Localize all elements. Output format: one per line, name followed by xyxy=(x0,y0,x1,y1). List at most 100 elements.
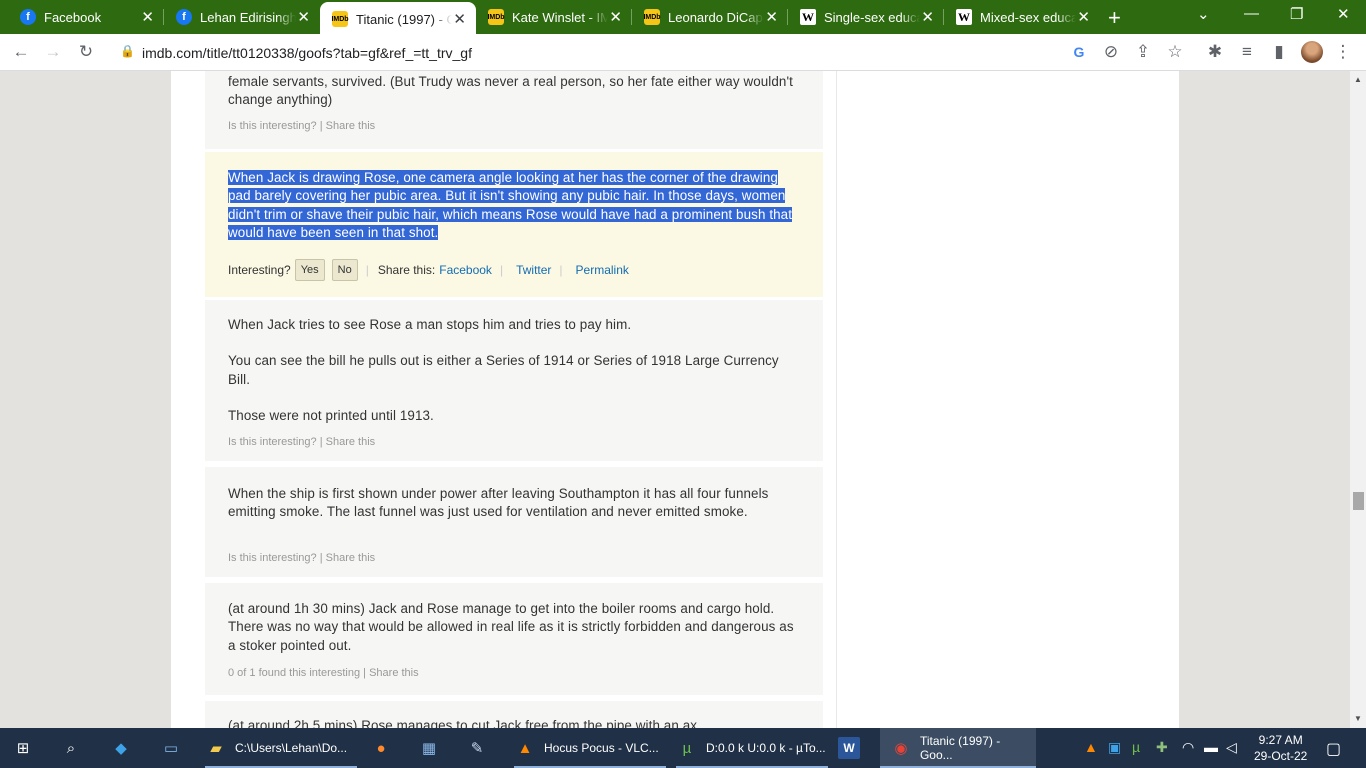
address-bar[interactable]: 🔒 imdb.com/title/tt0120338/goofs?tab=gf&… xyxy=(110,38,1200,67)
interesting-prompt[interactable]: 0 of 1 found this interesting xyxy=(228,667,360,679)
windows-taskbar: ⊞ ⌕ ◆ ▭ ▰ C:\Users\Lehan\Do... ● ▦ ✎ ▲ H… xyxy=(0,728,1366,768)
tab-titanic-goofs[interactable]: IMDb Titanic (1997) - Goofs ✕ xyxy=(320,2,476,36)
forward-icon[interactable]: → xyxy=(42,41,64,63)
share-link[interactable]: Share this xyxy=(326,552,376,564)
tab-title: Leonardo DiCaprio xyxy=(668,9,764,25)
scroll-down-icon[interactable]: ▼ xyxy=(1354,714,1362,723)
goof-text: Those were not printed until 1913. xyxy=(228,407,434,423)
scroll-up-icon[interactable]: ▲ xyxy=(1354,75,1362,84)
goof-meta: Is this interesting? | Share this xyxy=(228,436,376,448)
google-icon[interactable]: G xyxy=(1068,41,1090,63)
battery-icon[interactable]: ▬ xyxy=(1204,739,1218,755)
interesting-prompt[interactable]: Is this interesting? xyxy=(228,120,317,132)
taskbar-paint[interactable]: ✎ xyxy=(466,728,496,768)
goof-meta: 0 of 1 found this interesting | Share th… xyxy=(228,667,419,679)
taskbar-word[interactable]: W xyxy=(838,728,868,768)
close-icon[interactable]: ✕ xyxy=(453,10,466,28)
taskbar-firefox[interactable]: ● xyxy=(370,728,400,768)
taskbar-utorrent[interactable]: µ D:0.0 k U:0.0 k - µTo... xyxy=(676,728,828,768)
taskbar-vscode[interactable]: ◆ xyxy=(110,728,140,768)
close-icon[interactable]: ✕ xyxy=(609,8,622,26)
vlc-tray-icon[interactable]: ▲ xyxy=(1084,739,1098,755)
goof-text: You can see the bill he pulls out is eit… xyxy=(228,353,779,387)
paint-icon: ✎ xyxy=(470,740,484,757)
taskbar-monitor-app[interactable]: ▭ xyxy=(160,728,190,768)
goof-item-highlighted: When Jack is drawing Rose, one camera an… xyxy=(205,152,823,297)
facebook-icon: f xyxy=(20,9,36,25)
scrollbar-thumb[interactable] xyxy=(1353,492,1364,510)
goof-text: When Jack is drawing Rose, one camera an… xyxy=(228,152,800,242)
share-facebook-link[interactable]: Facebook xyxy=(439,263,492,277)
share-icon[interactable]: ⇪ xyxy=(1132,41,1154,63)
tab-lehan-edirisinghe[interactable]: f Lehan Edirisinghe ✕ xyxy=(164,0,320,34)
word-icon: W xyxy=(838,737,860,759)
share-link[interactable]: Share this xyxy=(326,120,376,132)
share-twitter-link[interactable]: Twitter xyxy=(516,263,551,277)
new-tab-icon[interactable]: + xyxy=(1108,5,1121,31)
reload-icon[interactable]: ↻ xyxy=(75,41,97,63)
vote-yes-button[interactable]: Yes xyxy=(294,259,325,281)
profile-avatar[interactable] xyxy=(1301,41,1323,63)
bookmark-star-icon[interactable]: ☆ xyxy=(1164,41,1186,63)
reading-list-icon[interactable]: ≡ xyxy=(1236,41,1258,63)
taskbar-calculator[interactable]: ▦ xyxy=(418,728,448,768)
wikipedia-icon: W xyxy=(956,9,972,25)
taskbar-file-explorer[interactable]: ▰ C:\Users\Lehan\Do... xyxy=(205,728,357,768)
tray-app-icon[interactable]: ▣ xyxy=(1108,739,1121,756)
tracking-protection-icon[interactable]: ⊘ xyxy=(1100,41,1122,63)
close-icon[interactable]: ✕ xyxy=(765,8,778,26)
system-clock[interactable]: 9:27 AM 29-Oct-22 xyxy=(1254,732,1307,764)
interesting-prompt[interactable]: Is this interesting? xyxy=(228,552,317,564)
tab-mixed-sex-education[interactable]: W Mixed-sex education ✕ xyxy=(944,0,1100,34)
menu-icon[interactable]: ⋮ xyxy=(1332,41,1354,63)
close-icon[interactable]: ✕ xyxy=(1077,8,1090,26)
goof-text: When the ship is first shown under power… xyxy=(228,486,769,520)
tab-facebook[interactable]: f Facebook ✕ xyxy=(8,0,164,34)
taskbar-item-label: Hocus Pocus - VLC... xyxy=(544,741,659,755)
tab-single-sex-education[interactable]: W Single-sex education ✕ xyxy=(788,0,944,34)
tab-kate-winslet[interactable]: IMDb Kate Winslet - IMDb ✕ xyxy=(476,0,632,34)
tab-search-icon[interactable]: ⌄ xyxy=(1197,5,1210,23)
share-link[interactable]: Share this xyxy=(326,436,376,448)
permalink-link[interactable]: Permalink xyxy=(576,263,629,277)
back-icon[interactable]: ← xyxy=(10,41,32,63)
close-icon[interactable]: ✕ xyxy=(141,8,154,26)
tab-leonardo-dicaprio[interactable]: IMDb Leonardo DiCaprio ✕ xyxy=(632,0,788,34)
page-scrollbar[interactable]: ▲ ▼ xyxy=(1350,71,1366,728)
url-text[interactable]: imdb.com/title/tt0120338/goofs?tab=gf&re… xyxy=(142,45,472,61)
extensions-icon[interactable]: ✱ xyxy=(1204,41,1226,63)
tab-title: Facebook xyxy=(44,9,102,25)
network-icon[interactable]: ◠ xyxy=(1182,739,1194,756)
tray-app-icon-2[interactable]: ✚ xyxy=(1156,739,1168,756)
divider: | xyxy=(365,263,369,277)
taskbar-item-label: D:0.0 k U:0.0 k - µTo... xyxy=(706,741,826,755)
side-panel-icon[interactable]: ▮ xyxy=(1268,41,1290,63)
window-close-icon[interactable]: ✕ xyxy=(1337,5,1350,23)
close-icon[interactable]: ✕ xyxy=(921,8,934,26)
search-button[interactable]: ⌕ xyxy=(60,728,90,768)
wikipedia-icon: W xyxy=(800,9,816,25)
notifications-icon[interactable]: ▢ xyxy=(1326,739,1341,759)
selected-text[interactable]: When Jack is drawing Rose, one camera an… xyxy=(228,170,793,240)
share-label: Share this: xyxy=(377,263,436,277)
vote-no-button[interactable]: No xyxy=(331,259,358,281)
share-link[interactable]: Share this xyxy=(369,667,419,679)
taskbar-vlc[interactable]: ▲ Hocus Pocus - VLC... xyxy=(514,728,666,768)
start-button[interactable]: ⊞ xyxy=(12,728,42,768)
goof-item: When the ship is first shown under power… xyxy=(205,467,823,577)
lock-icon[interactable]: 🔒 xyxy=(120,44,135,58)
volume-icon[interactable]: ◁ xyxy=(1226,739,1237,756)
taskbar-chrome[interactable]: ◉ Titanic (1997) - Goo... xyxy=(880,728,1036,768)
browser-toolbar: ← → ↻ 🔒 imdb.com/title/tt0120338/goofs?t… xyxy=(0,34,1366,71)
web-page: female servants, survived. (But Trudy wa… xyxy=(0,71,1350,728)
restore-icon[interactable]: ❐ xyxy=(1290,5,1303,23)
interesting-prompt[interactable]: Is this interesting? xyxy=(228,436,317,448)
monitor-icon: ▭ xyxy=(163,740,179,757)
clock-time: 9:27 AM xyxy=(1258,733,1303,747)
goof-text: (at around 1h 30 mins) Jack and Rose man… xyxy=(228,601,794,653)
vscode-icon: ◆ xyxy=(115,740,127,757)
minimize-icon[interactable]: — xyxy=(1244,5,1259,22)
utorrent-tray-icon[interactable]: µ xyxy=(1132,739,1140,755)
tab-title: Lehan Edirisinghe xyxy=(200,9,296,25)
close-icon[interactable]: ✕ xyxy=(297,8,310,26)
